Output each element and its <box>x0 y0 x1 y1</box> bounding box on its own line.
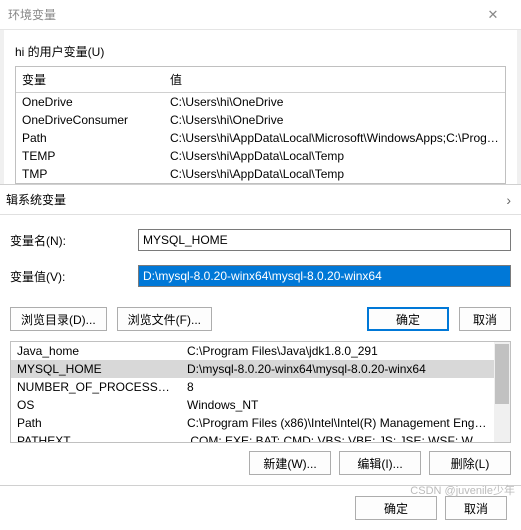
var-value-input[interactable] <box>138 265 511 287</box>
delete-sysvar-button[interactable]: 删除(L) <box>429 451 511 475</box>
new-sysvar-button[interactable]: 新建(W)... <box>249 451 331 475</box>
system-vars-table-wrap: Java_homeC:\Program Files\Java\jdk1.8.0_… <box>10 341 511 443</box>
watermark-text: CSDN @juvenile少年 <box>410 482 515 498</box>
scrollbar[interactable] <box>494 342 510 442</box>
table-row[interactable]: TMPC:\Users\hi\AppData\Local\Temp <box>16 165 505 183</box>
table-row[interactable]: PATHEXT.COM;.EXE;.BAT;.CMD;.VBS;.VBE;.JS… <box>11 432 494 443</box>
edit-sysvar-button[interactable]: 编辑(I)... <box>339 451 421 475</box>
table-row[interactable]: PathC:\Program Files (x86)\Intel\Intel(R… <box>11 414 494 432</box>
var-name-input[interactable] <box>138 229 511 251</box>
system-vars-table[interactable]: Java_homeC:\Program Files\Java\jdk1.8.0_… <box>11 342 494 443</box>
table-row[interactable]: OneDriveC:\Users\hi\OneDrive <box>16 93 505 112</box>
edit-system-variable-dialog: 辑系统变量 › 变量名(N): 变量值(V): 浏览目录(D)... 浏览文件(… <box>0 184 521 530</box>
titlebar: 环境变量 ✕ <box>0 0 521 30</box>
var-value-label: 变量值(V): <box>10 268 138 285</box>
col-name-header[interactable]: 变量 <box>16 67 164 93</box>
close-icon[interactable]: ✕ <box>473 7 513 23</box>
edit-cancel-button[interactable]: 取消 <box>459 307 511 331</box>
scroll-thumb[interactable] <box>495 344 509 404</box>
var-name-label: 变量名(N): <box>10 232 138 249</box>
edit-dialog-header: 辑系统变量 › <box>0 185 521 215</box>
user-vars-table-wrap: 变量 值 OneDriveC:\Users\hi\OneDrive OneDri… <box>15 66 506 184</box>
table-row[interactable]: PathC:\Users\hi\AppData\Local\Microsoft\… <box>16 129 505 147</box>
edit-ok-button[interactable]: 确定 <box>367 307 449 331</box>
edit-dialog-body: 变量名(N): 变量值(V): <box>0 215 521 307</box>
window-title: 环境变量 <box>8 6 473 23</box>
table-row[interactable]: TEMPC:\Users\hi\AppData\Local\Temp <box>16 147 505 165</box>
system-vars-buttons: 新建(W)... 编辑(I)... 删除(L) <box>0 443 521 479</box>
edit-dialog-title: 辑系统变量 <box>6 191 502 208</box>
edit-dialog-buttons: 浏览目录(D)... 浏览文件(F)... 确定 取消 <box>0 307 521 341</box>
table-row[interactable]: MYSQL_HOMED:\mysql-8.0.20-winx64\mysql-8… <box>11 360 494 378</box>
table-row[interactable]: Java_homeC:\Program Files\Java\jdk1.8.0_… <box>11 342 494 360</box>
table-row[interactable]: OneDriveConsumerC:\Users\hi\OneDrive <box>16 111 505 129</box>
user-vars-table[interactable]: 变量 值 OneDriveC:\Users\hi\OneDrive OneDri… <box>16 67 505 183</box>
chevron-right-icon[interactable]: › <box>502 192 515 208</box>
table-row[interactable]: NUMBER_OF_PROCESSORS8 <box>11 378 494 396</box>
browse-file-button[interactable]: 浏览文件(F)... <box>117 307 212 331</box>
col-value-header[interactable]: 值 <box>164 67 505 93</box>
table-row[interactable]: OSWindows_NT <box>11 396 494 414</box>
user-vars-label: hi 的用户变量(U) <box>5 31 516 66</box>
browse-dir-button[interactable]: 浏览目录(D)... <box>10 307 107 331</box>
main-panel: hi 的用户变量(U) 变量 值 OneDriveC:\Users\hi\One… <box>4 30 517 185</box>
